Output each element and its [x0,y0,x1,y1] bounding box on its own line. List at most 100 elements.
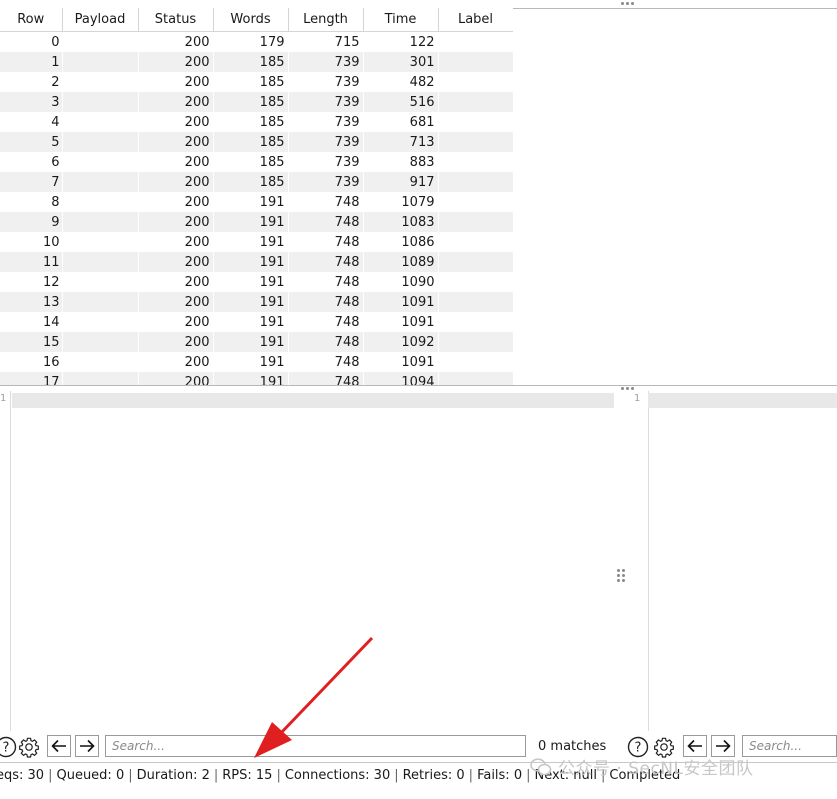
table-cell: 1092 [363,332,439,352]
table-cell [438,112,513,132]
table-row[interactable]: 17 200 191 748 1094 [0,372,513,385]
previous-match-button[interactable] [47,735,71,757]
status-item: Retries: 0 [402,768,465,783]
table-cell: 1079 [363,192,439,212]
status-separator: | [468,768,474,783]
column-header[interactable]: Label [438,8,513,32]
table-row[interactable]: 1 200 185 739 301 [0,52,513,72]
table-cell: 122 [363,31,439,52]
table-cell [438,72,513,92]
gear-icon[interactable] [17,735,41,759]
table-header: Row Payload Status Words Length Time Label [0,8,513,32]
table-row[interactable]: 14 200 191 748 1091 [0,312,513,332]
table-cell: 191 [213,352,289,372]
table-cell: 200 [138,372,214,385]
vertical-splitter[interactable] [614,391,649,731]
table-cell [62,312,139,332]
table-cell: 200 [138,152,214,172]
table-cell [438,352,513,372]
column-header[interactable]: Length [288,8,364,32]
table-cell: 200 [138,52,214,72]
table-cell: 17 [0,372,63,385]
column-header[interactable]: Time [363,8,439,32]
table-cell [62,292,139,312]
table-cell: 191 [213,292,289,312]
table-cell: 200 [138,112,214,132]
column-header[interactable]: Row [0,8,63,32]
table-cell: 1090 [363,272,439,292]
table-cell [62,372,139,385]
table-cell [438,372,513,385]
table-cell [438,172,513,192]
status-separator: | [276,768,281,783]
table-cell: 713 [363,132,439,152]
status-separator: | [213,768,219,783]
table-row[interactable]: 16 200 191 748 1091 [0,352,513,372]
column-header[interactable]: Words [213,8,289,32]
table-cell: 200 [138,232,214,252]
table-row[interactable]: 0 200 179 715 122 [0,31,513,52]
table-row[interactable]: 13 200 191 748 1091 [0,292,513,312]
table-cell: 748 [288,332,364,352]
table-row[interactable]: 9 200 191 748 1083 [0,212,513,232]
table-cell: 200 [138,312,214,332]
arrow-right-icon [716,739,731,753]
status-separator: | [48,768,53,783]
table-cell [438,312,513,332]
table-cell: 1091 [363,352,439,372]
table-row[interactable]: 11 200 191 748 1089 [0,252,513,272]
match-count: 0 matches [538,739,607,754]
table-cell: 185 [213,112,289,132]
table-row[interactable]: 6 200 185 739 883 [0,152,513,172]
search-input[interactable] [742,735,837,757]
status-separator: | [394,768,399,783]
table-cell: 200 [138,332,214,352]
table-cell: 0 [0,31,63,52]
column-header[interactable]: Payload [62,8,139,32]
next-match-button[interactable] [75,735,99,757]
table-row[interactable]: 2 200 185 739 482 [0,72,513,92]
table-cell: 10 [0,232,63,252]
table-cell [62,332,139,352]
table-row[interactable]: 3 200 185 739 516 [0,92,513,112]
table-cell: 200 [138,172,214,192]
line-gutter: 1 [0,391,11,731]
table-cell: 2 [0,72,63,92]
table-cell: 739 [288,52,364,72]
table-cell: 748 [288,372,364,385]
table-row[interactable]: 15 200 191 748 1092 [0,332,513,352]
table-cell: 748 [288,352,364,372]
arrow-left-icon [687,739,702,753]
arrow-left-icon [51,739,66,753]
table-cell [62,132,139,152]
table-cell: 301 [363,52,439,72]
table-cell [62,31,139,52]
table-cell: 200 [138,252,214,272]
table-row[interactable]: 7 200 185 739 917 [0,172,513,192]
table-cell: 7 [0,172,63,192]
column-header[interactable]: Status [138,8,214,32]
table-cell: 191 [213,192,289,212]
splitter-grip-vertical[interactable] [617,569,625,583]
splitter-grip[interactable] [620,0,634,6]
table-row[interactable]: 10 200 191 748 1086 [0,232,513,252]
table-cell: 8 [0,192,63,212]
response-editor[interactable]: 1 [634,391,837,731]
table-row[interactable]: 12 200 191 748 1090 [0,272,513,292]
help-icon[interactable]: ? [0,735,18,759]
table-cell: 739 [288,172,364,192]
table-row[interactable]: 5 200 185 739 713 [0,132,513,152]
current-line-highlight [648,393,837,408]
table-row[interactable]: 4 200 185 739 681 [0,112,513,132]
table-cell: 185 [213,132,289,152]
table-cell [62,112,139,132]
table-cell: 1 [0,52,63,72]
table-cell: 200 [138,92,214,112]
table-cell [438,292,513,312]
table-cell: 11 [0,252,63,272]
table-cell [438,232,513,252]
table-cell: 1091 [363,312,439,332]
watermark: 公众号 · SecNL安全团队 [530,754,754,782]
table-row[interactable]: 8 200 191 748 1079 [0,192,513,212]
table-cell: 185 [213,92,289,112]
